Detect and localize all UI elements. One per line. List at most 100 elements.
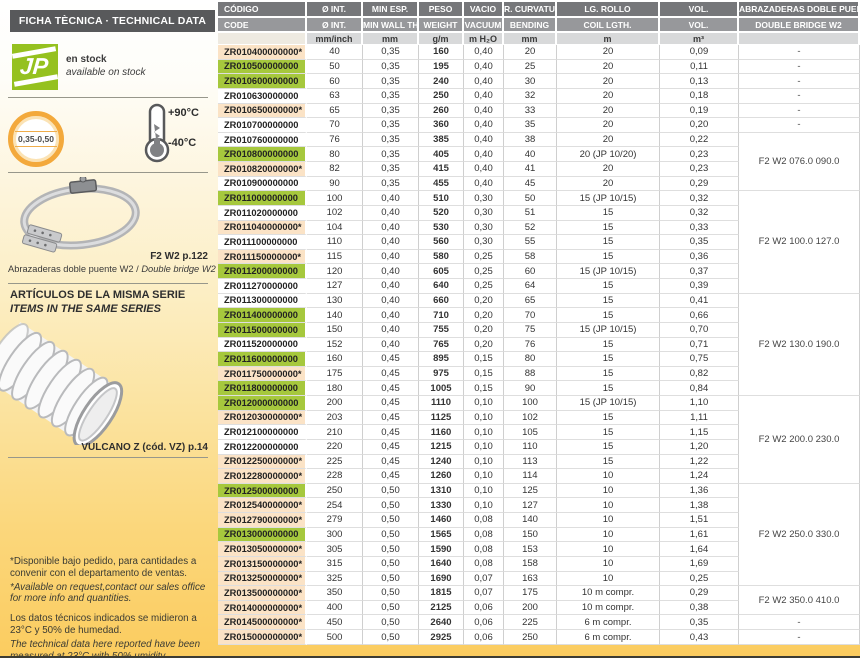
cell-min-wall: 0,45 xyxy=(363,425,419,440)
cell-bending-radius: 58 xyxy=(504,250,557,265)
cell-weight: 580 xyxy=(419,250,464,265)
cell-bending-radius: 113 xyxy=(504,455,557,470)
cell-code: ZR012540000000* xyxy=(218,498,307,513)
cell-min-wall: 0,45 xyxy=(363,411,419,426)
cell-volume: 0,18 xyxy=(660,89,739,104)
cell-code: ZR011200000000 xyxy=(218,264,307,279)
cell-bending-radius: 125 xyxy=(504,484,557,499)
cell-coil-length: 15 xyxy=(557,294,660,309)
cell-vacuum: 0,10 xyxy=(464,425,504,440)
cell-min-wall: 0,40 xyxy=(363,221,419,236)
cell-vacuum: 0,40 xyxy=(464,45,504,60)
cell-volume: 1,10 xyxy=(660,396,739,411)
cell-inner-diameter: 70 xyxy=(307,118,363,133)
cell-weight: 2640 xyxy=(419,615,464,630)
cell-min-wall: 0,35 xyxy=(363,177,419,192)
table-row: ZR010630000000630,352500,4032200,18- xyxy=(218,89,860,104)
temp-min-label: -40°C xyxy=(168,137,196,149)
cell-vacuum: 0,40 xyxy=(464,104,504,119)
cell-bending-radius: 52 xyxy=(504,221,557,236)
cell-coil-length: 10 xyxy=(557,572,660,587)
cell-weight: 2125 xyxy=(419,601,464,616)
cell-volume: 0,84 xyxy=(660,381,739,396)
cell-coil-length: 10 m compr. xyxy=(557,601,660,616)
cell-bending-radius: 80 xyxy=(504,352,557,367)
cell-inner-diameter: 225 xyxy=(307,455,363,470)
cell-code: ZR014000000000* xyxy=(218,601,307,616)
cell-coil-length: 15 xyxy=(557,279,660,294)
cell-vacuum: 0,07 xyxy=(464,572,504,587)
cell-vacuum: 0,25 xyxy=(464,279,504,294)
cell-vacuum: 0,08 xyxy=(464,513,504,528)
cell-bending-radius: 60 xyxy=(504,264,557,279)
cell-min-wall: 0,50 xyxy=(363,630,419,645)
cell-bending-radius: 50 xyxy=(504,191,557,206)
page-title: FICHA TÈCNICA · TECHNICAL DATA xyxy=(10,10,215,32)
cell-vacuum: 0,40 xyxy=(464,177,504,192)
cell-inner-diameter: 220 xyxy=(307,440,363,455)
cell-min-wall: 0,50 xyxy=(363,484,419,499)
units-cell: g/m xyxy=(419,33,464,45)
cell-vacuum: 0,06 xyxy=(464,601,504,616)
clamp-caption: Abrazaderas doble puente W2 / Double bri… xyxy=(8,264,210,274)
cell-volume: 1,69 xyxy=(660,557,739,572)
cell-vacuum: 0,10 xyxy=(464,484,504,499)
table-head: CÓDIGOØ INT.MIN ESP.PESOVACIOR. CURVATUR… xyxy=(218,2,860,45)
cell-volume: 0,66 xyxy=(660,308,739,323)
header-cell-en: WEIGHT xyxy=(419,18,464,33)
header-row-es: CÓDIGOØ INT.MIN ESP.PESOVACIOR. CURVATUR… xyxy=(218,2,860,18)
cell-inner-diameter: 250 xyxy=(307,484,363,499)
header-cell-es: VOL. xyxy=(660,2,739,18)
cell-code: ZR012280000000* xyxy=(218,469,307,484)
cell-volume: 0,20 xyxy=(660,118,739,133)
cell-weight: 1460 xyxy=(419,513,464,528)
cell-weight: 250 xyxy=(419,89,464,104)
cell-inner-diameter: 50 xyxy=(307,60,363,75)
cell-coil-length: 15 xyxy=(557,367,660,382)
cell-min-wall: 0,40 xyxy=(363,235,419,250)
cell-clamp-reference: - xyxy=(739,118,860,133)
cell-inner-diameter: 110 xyxy=(307,235,363,250)
header-cell-en: COIL LGTH. xyxy=(557,18,660,33)
cell-inner-diameter: 500 xyxy=(307,630,363,645)
cell-min-wall: 0,35 xyxy=(363,45,419,60)
cell-bending-radius: 25 xyxy=(504,60,557,75)
cell-min-wall: 0,45 xyxy=(363,381,419,396)
table-row: ZR010760000000760,353850,4038200,22F2 W2… xyxy=(218,133,860,148)
cell-bending-radius: 45 xyxy=(504,177,557,192)
footnote-availability-es: *Disponible bajo pedido, para cantidades… xyxy=(10,556,211,580)
cell-min-wall: 0,50 xyxy=(363,498,419,513)
cell-volume: 0,29 xyxy=(660,586,739,601)
table-row: ZR0125000000002500,5013100,10125101,36F2… xyxy=(218,484,860,499)
cell-weight: 1160 xyxy=(419,425,464,440)
units-cell xyxy=(218,33,307,45)
cell-inner-diameter: 228 xyxy=(307,469,363,484)
cell-min-wall: 0,40 xyxy=(363,279,419,294)
cell-volume: 1,20 xyxy=(660,440,739,455)
cell-code: ZR011600000000 xyxy=(218,352,307,367)
header-cell-en: BENDING xyxy=(504,18,557,33)
header-cell-es: LG. ROLLO xyxy=(557,2,660,18)
cell-inner-diameter: 63 xyxy=(307,89,363,104)
cell-min-wall: 0,40 xyxy=(363,308,419,323)
cell-weight: 2925 xyxy=(419,630,464,645)
cell-clamp-reference: F2 W2 200.0 230.0 xyxy=(739,396,860,484)
cell-weight: 710 xyxy=(419,308,464,323)
cell-clamp-reference: F2 W2 250.0 330.0 xyxy=(739,484,860,586)
header-cell-es: MIN ESP. xyxy=(363,2,419,18)
series-title-es: ARTÍCULOS DE LA MISMA SERIE xyxy=(10,289,185,301)
cell-min-wall: 0,50 xyxy=(363,615,419,630)
header-cell-es: CÓDIGO xyxy=(218,2,307,18)
cell-weight: 455 xyxy=(419,177,464,192)
divider xyxy=(8,97,208,98)
cell-min-wall: 0,35 xyxy=(363,118,419,133)
cell-inner-diameter: 175 xyxy=(307,367,363,382)
cell-min-wall: 0,40 xyxy=(363,338,419,353)
cell-inner-diameter: 76 xyxy=(307,133,363,148)
technical-data-table: CÓDIGOØ INT.MIN ESP.PESOVACIOR. CURVATUR… xyxy=(218,2,860,645)
technical-data-table-wrap: CÓDIGOØ INT.MIN ESP.PESOVACIOR. CURVATUR… xyxy=(218,2,860,645)
cell-coil-length: 20 xyxy=(557,177,660,192)
header-row-en: CODEØ INT.MIN WALL TH.WEIGHTVACUUMBENDIN… xyxy=(218,18,860,33)
cell-volume: 0,35 xyxy=(660,235,739,250)
cell-volume: 0,75 xyxy=(660,352,739,367)
